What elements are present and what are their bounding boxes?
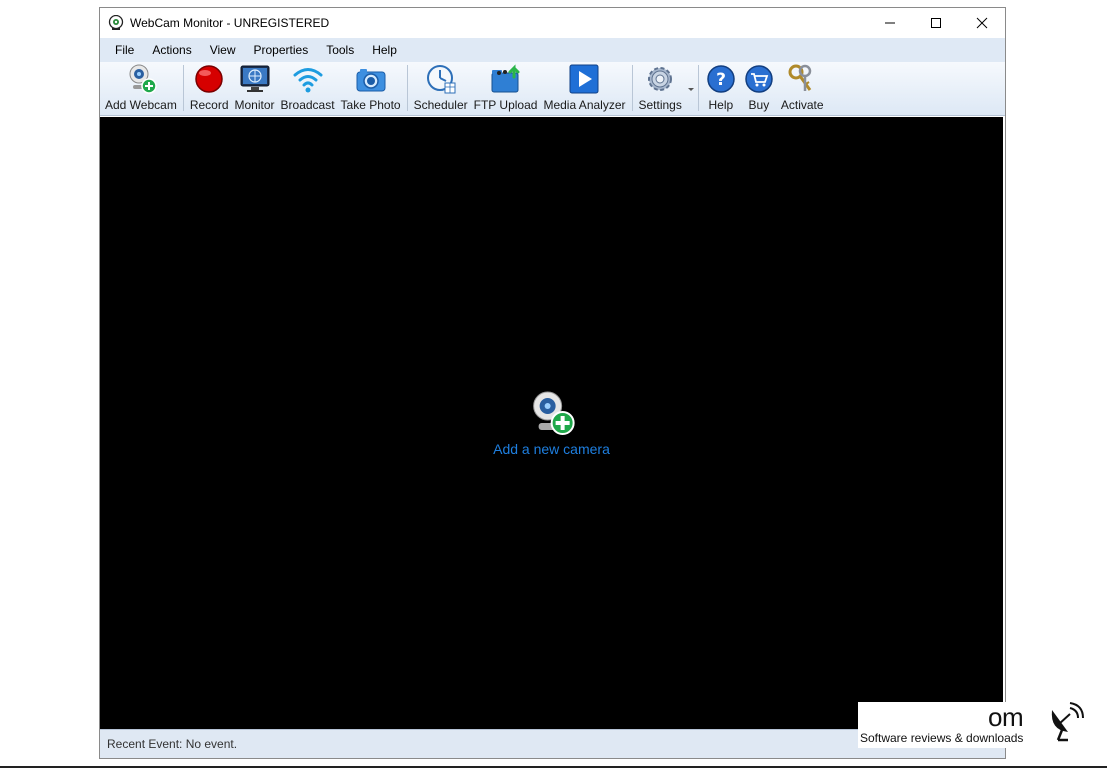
menu-bar: File Actions View Properties Tools Help [100, 38, 1005, 62]
menu-help[interactable]: Help [363, 38, 406, 62]
monitor-button[interactable]: Monitor [232, 63, 278, 115]
cart-icon [745, 65, 773, 93]
scheduler-button[interactable]: Scheduler [411, 63, 471, 115]
watermark: om Software reviews & downloads [858, 702, 1088, 748]
take-photo-button[interactable]: Take Photo [338, 63, 404, 115]
toolbar-separator [406, 65, 408, 111]
menu-view[interactable]: View [201, 38, 245, 62]
maximize-button[interactable] [913, 8, 959, 38]
activate-label: Activate [780, 98, 824, 112]
monitor-label: Monitor [234, 98, 275, 112]
add-camera-icon [532, 391, 575, 435]
toolbar-separator [697, 65, 699, 111]
app-window: WebCam Monitor - UNREGISTERED File Actio… [99, 7, 1006, 759]
scheduler-label: Scheduler [413, 98, 468, 112]
watermark-tagline: Software reviews & downloads [860, 731, 1024, 745]
ftp-upload-button[interactable]: FTP Upload [471, 63, 541, 115]
close-button[interactable] [959, 8, 1005, 38]
settings-label: Settings [638, 98, 682, 112]
add-webcam-button[interactable]: Add Webcam [102, 63, 180, 115]
help-icon: ? [707, 65, 735, 93]
webcam-app-icon [108, 15, 124, 30]
menu-file[interactable]: File [106, 38, 143, 62]
settings-dropdown-icon[interactable] [687, 88, 694, 91]
gear-icon [648, 67, 673, 91]
help-label: Help [708, 98, 734, 112]
help-button[interactable]: ? Help [702, 63, 740, 115]
toolbar-separator [182, 65, 184, 111]
menu-properties[interactable]: Properties [245, 38, 318, 62]
satellite-dish-icon [1051, 702, 1084, 742]
window-controls [867, 8, 1005, 38]
media-analyzer-button[interactable]: Media Analyzer [540, 63, 628, 115]
add-camera-label[interactable]: Add a new camera [493, 441, 610, 457]
take-photo-label: Take Photo [340, 98, 401, 112]
broadcast-label: Broadcast [280, 98, 335, 112]
watermark-domain: om [988, 702, 1024, 732]
buy-button[interactable]: Buy [740, 63, 778, 115]
add-webcam-icon [129, 64, 157, 94]
window-title: WebCam Monitor - UNREGISTERED [130, 16, 330, 30]
title-bar[interactable]: WebCam Monitor - UNREGISTERED [100, 8, 1005, 38]
settings-button[interactable]: Settings [636, 63, 694, 115]
camera-viewport[interactable]: Add a new camera [100, 117, 1003, 729]
ftp-upload-icon [491, 64, 520, 93]
minimize-icon [885, 22, 895, 24]
record-label: Record [189, 98, 229, 112]
toolbar-separator [631, 65, 633, 111]
monitor-icon [240, 65, 269, 92]
media-analyzer-label: Media Analyzer [543, 98, 626, 112]
menu-actions[interactable]: Actions [143, 38, 200, 62]
clock-icon [426, 65, 456, 94]
toolbar: Add Webcam Record Monitor Broadcast Take… [100, 62, 1005, 116]
add-webcam-label: Add Webcam [105, 98, 177, 112]
minimize-button[interactable] [867, 8, 913, 38]
activate-button[interactable]: Activate [778, 63, 827, 115]
keys-icon [788, 64, 812, 91]
camera-icon [356, 69, 386, 92]
record-button[interactable]: Record [187, 63, 232, 115]
play-media-icon [569, 64, 599, 94]
add-camera-link[interactable]: Add a new camera [493, 389, 610, 457]
status-text: Recent Event: No event. [107, 737, 238, 751]
wifi-broadcast-icon [293, 68, 323, 93]
close-icon [976, 17, 988, 29]
buy-label: Buy [748, 98, 770, 112]
svg-text:?: ? [716, 70, 726, 90]
record-icon [195, 65, 223, 93]
maximize-icon [931, 18, 941, 28]
broadcast-button[interactable]: Broadcast [278, 63, 338, 115]
menu-tools[interactable]: Tools [317, 38, 363, 62]
bottom-divider [0, 766, 1107, 768]
ftp-upload-label: FTP Upload [473, 98, 538, 112]
